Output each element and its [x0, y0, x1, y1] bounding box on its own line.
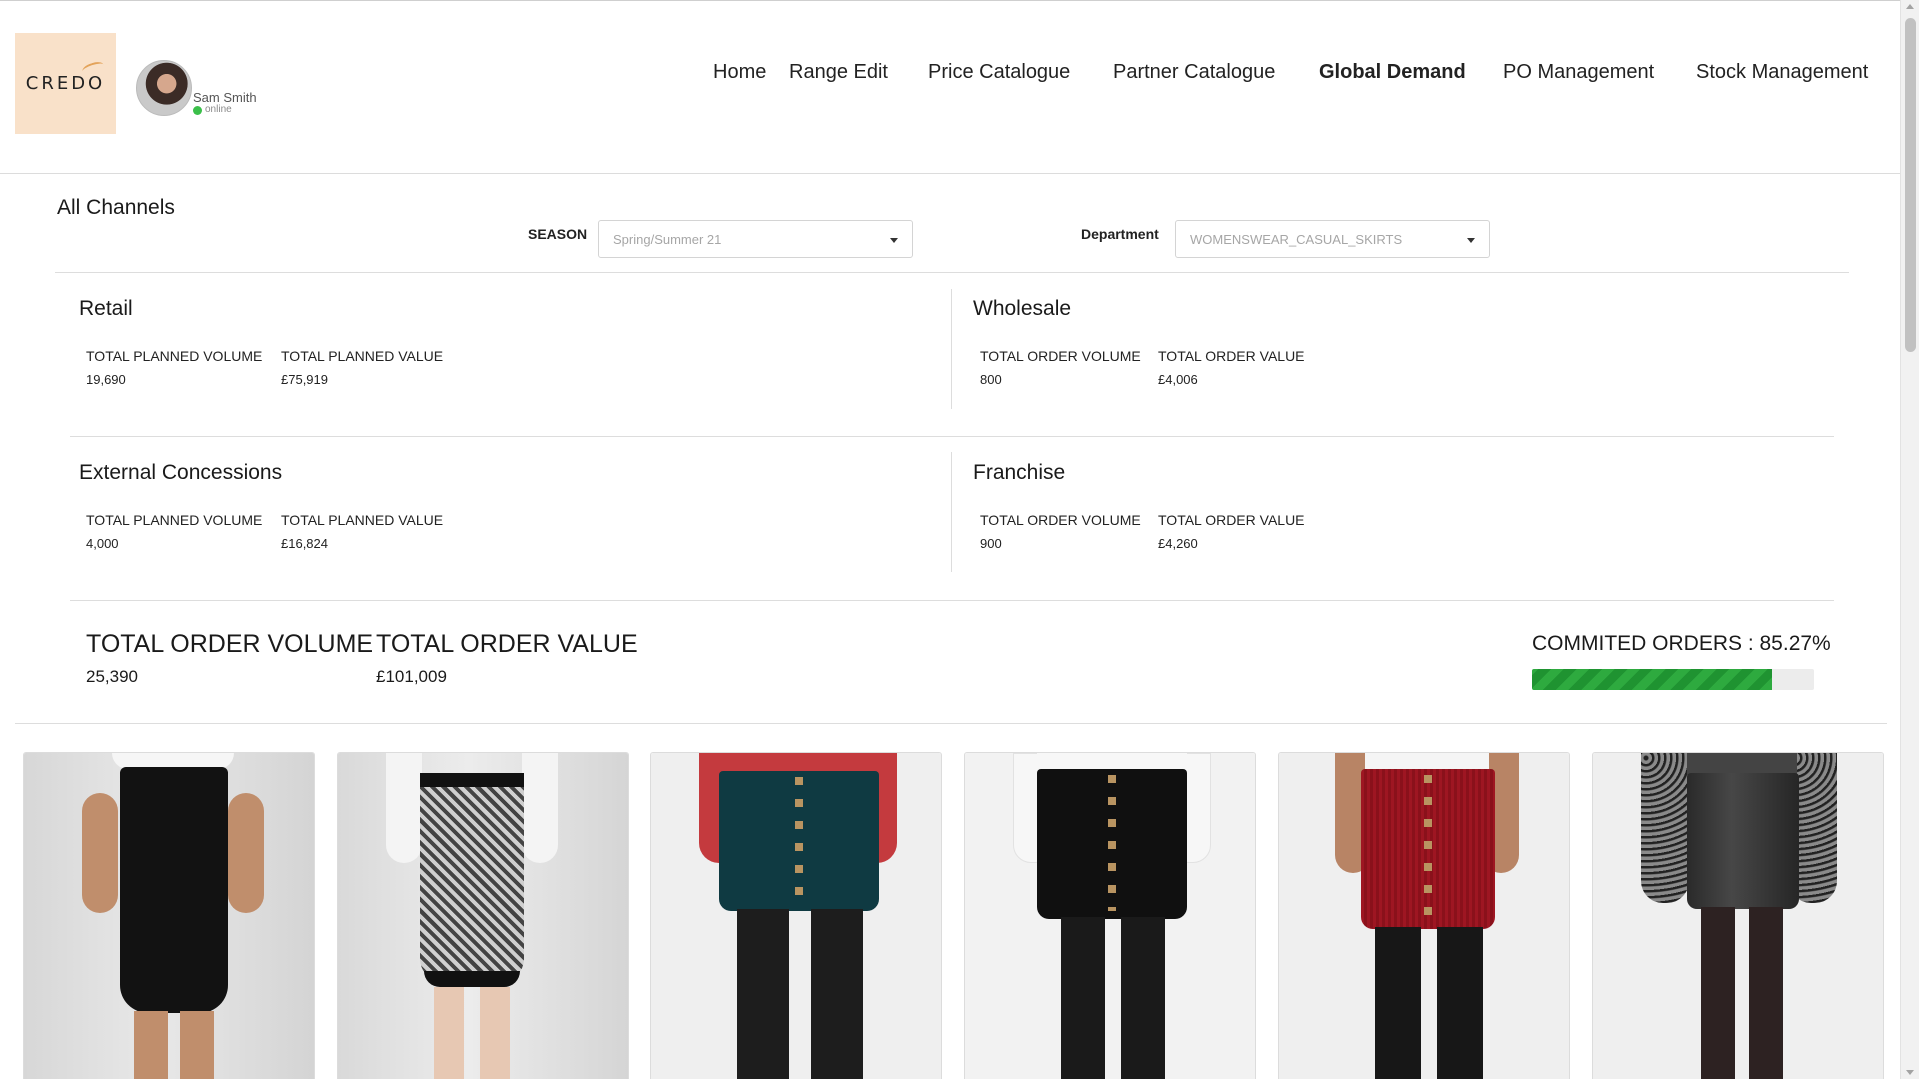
- franchise-value-label: TOTAL ORDER VALUE: [1158, 512, 1305, 528]
- wholesale-volume-value: 800: [980, 372, 1002, 387]
- nav-range-edit[interactable]: Range Edit: [789, 61, 888, 84]
- product-card[interactable]: [23, 752, 315, 1079]
- department-select-value: WOMENSWEAR_CASUAL_SKIRTS: [1190, 232, 1403, 247]
- product-card[interactable]: [1278, 752, 1570, 1079]
- product-image: [651, 753, 941, 1079]
- retail-value-label: TOTAL PLANNED VALUE: [281, 348, 444, 364]
- product-image: [338, 753, 628, 1079]
- external-volume-value: 4,000: [86, 536, 119, 551]
- retail-volume-value: 19,690: [86, 372, 126, 387]
- total-order-value-value: £101,009: [376, 667, 447, 686]
- chevron-down-icon: [1467, 238, 1475, 243]
- user-name: Sam Smith: [193, 90, 257, 105]
- product-image: [1279, 753, 1569, 1079]
- external-value-value: £16,824: [281, 536, 328, 551]
- retail-title: Retail: [79, 297, 133, 320]
- divider: [70, 600, 1834, 601]
- page-title: All Channels: [57, 196, 175, 219]
- product-card[interactable]: [650, 752, 942, 1079]
- divider: [951, 289, 952, 409]
- wholesale-title: Wholesale: [973, 297, 1072, 320]
- nav-po-management[interactable]: PO Management: [1503, 61, 1654, 84]
- wholesale-value-label: TOTAL ORDER VALUE: [1158, 348, 1305, 364]
- committed-orders-label: COMMITED ORDERS : 85.27%: [1532, 632, 1831, 655]
- nav-price-catalogue[interactable]: Price Catalogue: [928, 61, 1070, 84]
- franchise-title: Franchise: [973, 461, 1066, 484]
- divider: [951, 452, 952, 572]
- logo-text: CREDO: [25, 73, 106, 94]
- season-select[interactable]: Spring/Summer 21: [598, 220, 913, 258]
- total-order-volume-label: TOTAL ORDER VOLUME: [86, 630, 374, 658]
- page-scrollbar[interactable]: [1900, 0, 1919, 1079]
- product-image: [965, 753, 1255, 1079]
- avatar[interactable]: [136, 60, 192, 116]
- chevron-down-icon: [890, 238, 898, 243]
- total-order-value-label: TOTAL ORDER VALUE: [376, 630, 638, 658]
- online-status-icon: [193, 106, 202, 115]
- product-card[interactable]: [964, 752, 1256, 1079]
- product-card[interactable]: [1592, 752, 1884, 1079]
- nav-stock-management[interactable]: Stock Management: [1696, 61, 1868, 84]
- season-label: SEASON: [528, 226, 588, 242]
- nav-partner-catalogue[interactable]: Partner Catalogue: [1113, 61, 1275, 84]
- divider: [55, 272, 1849, 273]
- product-image: [1593, 753, 1883, 1079]
- scroll-up-arrow-icon[interactable]: [1906, 4, 1914, 9]
- divider: [70, 436, 1834, 437]
- season-select-value: Spring/Summer 21: [613, 232, 722, 247]
- external-value-label: TOTAL PLANNED VALUE: [281, 512, 444, 528]
- committed-orders-progress-fill: [1532, 669, 1773, 690]
- committed-orders-progress: [1532, 669, 1814, 690]
- total-order-volume-value: 25,390: [86, 667, 138, 686]
- franchise-volume-value: 900: [980, 536, 1002, 551]
- nav-global-demand[interactable]: Global Demand: [1319, 61, 1466, 84]
- credo-logo[interactable]: CREDO: [15, 33, 116, 134]
- retail-value-value: £75,919: [281, 372, 328, 387]
- product-card[interactable]: [337, 752, 629, 1079]
- online-status-label: online: [205, 104, 232, 115]
- divider: [15, 723, 1887, 724]
- department-select[interactable]: WOMENSWEAR_CASUAL_SKIRTS: [1175, 220, 1490, 258]
- retail-volume-label: TOTAL PLANNED VOLUME: [86, 348, 263, 364]
- external-concessions-title: External Concessions: [79, 461, 283, 484]
- wholesale-volume-label: TOTAL ORDER VOLUME: [980, 348, 1141, 364]
- nav-home[interactable]: Home: [713, 61, 766, 84]
- scroll-down-arrow-icon[interactable]: [1906, 1070, 1914, 1075]
- top-bar: CREDO Sam Smith online Home Range Edit P…: [0, 0, 1900, 174]
- department-label: Department: [1081, 226, 1159, 242]
- franchise-value-value: £4,260: [1158, 536, 1198, 551]
- scroll-thumb[interactable]: [1905, 18, 1916, 352]
- franchise-volume-label: TOTAL ORDER VOLUME: [980, 512, 1141, 528]
- wholesale-value-value: £4,006: [1158, 372, 1198, 387]
- external-volume-label: TOTAL PLANNED VOLUME: [86, 512, 263, 528]
- product-image: [24, 753, 314, 1079]
